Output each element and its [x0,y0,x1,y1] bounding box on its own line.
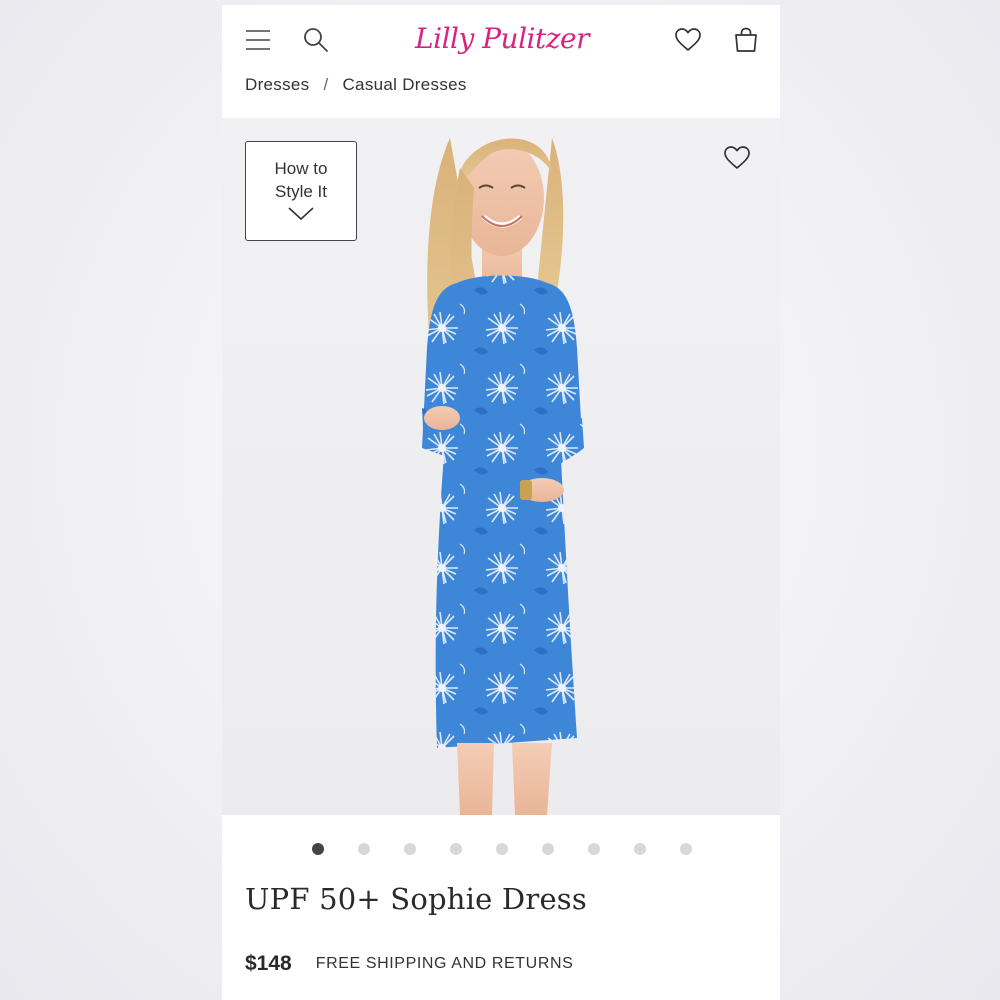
carousel-dot[interactable] [588,843,600,855]
site-header: Lilly Pulitzer [222,5,780,75]
product-title: UPF 50+ Sophie Dress [245,882,587,916]
favorite-heart-icon[interactable] [724,146,754,176]
brand-logo[interactable]: Lilly Pulitzer [412,13,592,63]
brand-logo-text: Lilly Pulitzer [415,21,589,55]
breadcrumb: Dresses / Casual Dresses [245,73,467,97]
search-icon[interactable] [298,22,334,58]
carousel-dot[interactable] [312,843,324,855]
shipping-note: FREE SHIPPING AND RETURNS [315,955,574,972]
product-page: Lilly Pulitzer Dresses / Casual Dresses [222,5,780,1000]
price-row: $148 FREE SHIPPING AND RETURNS [245,950,573,978]
how-to-style-it-label: How to Style It [274,158,328,201]
carousel-dot[interactable] [404,843,416,855]
carousel-dot[interactable] [542,843,554,855]
wishlist-heart-icon[interactable] [670,22,706,58]
carousel-dot[interactable] [450,843,462,855]
carousel-dot[interactable] [634,843,646,855]
carousel-dot[interactable] [496,843,508,855]
hamburger-menu-icon[interactable] [240,22,276,58]
carousel-pagination [222,843,780,857]
product-price: $148 [245,952,292,975]
how-to-style-it-button[interactable]: How to Style It [245,141,357,241]
product-image-model [422,138,584,815]
product-image-carousel[interactable]: How to Style It [222,118,780,815]
breadcrumb-item-casual-dresses[interactable]: Casual Dresses [342,75,466,95]
breadcrumb-separator: / [323,75,329,94]
breadcrumb-item-dresses[interactable]: Dresses [245,75,309,95]
chevron-down-icon [288,206,314,226]
shopping-bag-icon[interactable] [728,22,764,58]
carousel-dot[interactable] [680,843,692,855]
carousel-dot[interactable] [358,843,370,855]
